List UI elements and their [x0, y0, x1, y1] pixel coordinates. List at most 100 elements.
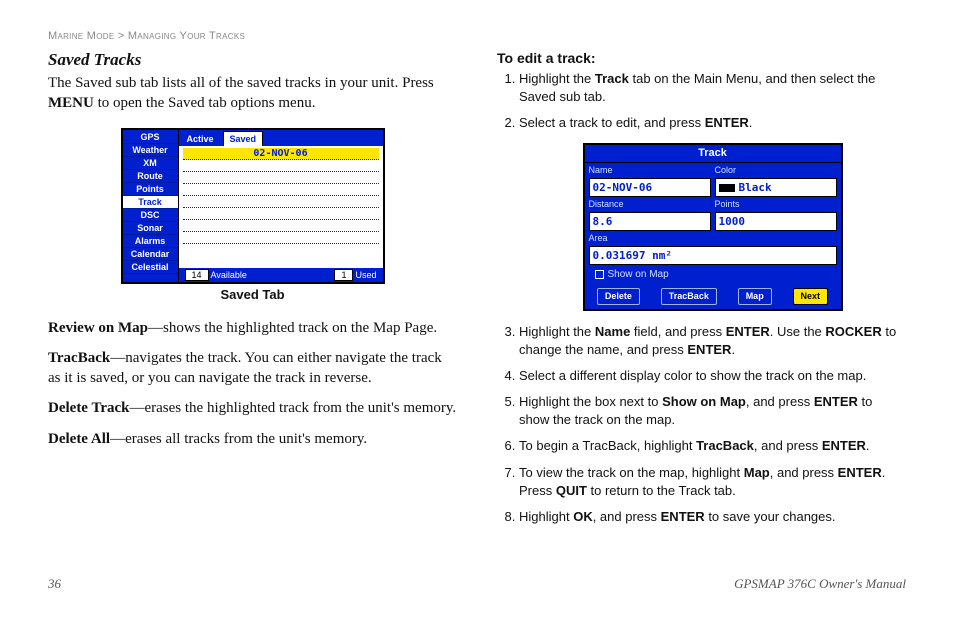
- next-button: Next: [793, 288, 829, 305]
- keyword: ROCKER: [825, 324, 881, 339]
- breadcrumb-section: Marine Mode: [48, 30, 114, 42]
- map-button: Map: [738, 288, 772, 305]
- step-5: Highlight the box next to Show on Map, a…: [519, 393, 906, 429]
- right-column: To edit a track: Highlight the Track tab…: [497, 50, 906, 534]
- keyword: Track: [595, 71, 629, 86]
- keyword: ENTER: [838, 465, 882, 480]
- step-8: Highlight OK, and press ENTER to save yo…: [519, 508, 906, 526]
- distance-field: 8.6: [589, 212, 711, 231]
- used-count: 1: [334, 269, 353, 281]
- track-list: 02-NOV-06: [179, 146, 383, 268]
- intro-bold: MENU: [48, 95, 94, 111]
- available-label: Available: [211, 270, 247, 280]
- available-group: 14Available: [185, 270, 247, 280]
- track-row: [183, 208, 379, 220]
- keyword: Show on Map: [662, 394, 746, 409]
- keyword: ENTER: [687, 342, 731, 357]
- track-row: [183, 196, 379, 208]
- step-4: Select a different display color to show…: [519, 367, 906, 385]
- step-6: To begin a TracBack, highlight TracBack,…: [519, 437, 906, 455]
- breadcrumb-page: Managing Your Tracks: [128, 30, 245, 42]
- keyword: Map: [744, 465, 770, 480]
- track-edit-figure: TrackName02-NOV-06 ColorBlack Distance8.6 P…: [519, 143, 906, 311]
- definition: TracBack—navigates the track. You can ei…: [48, 348, 457, 389]
- sidebar-item-track: Track: [123, 196, 178, 209]
- status-bar: 14Available 1Used: [179, 268, 383, 282]
- doc-title: GPSMAP 376C Owner's Manual: [734, 576, 906, 592]
- color-field: Black: [715, 178, 837, 197]
- color-swatch: [719, 184, 735, 192]
- saved-tab-figure: GPSWeatherXMRoutePointsTrackDSCSonarAlar…: [48, 128, 457, 302]
- points-label: Points: [715, 197, 837, 212]
- keyword: Name: [595, 324, 630, 339]
- keyword: ENTER: [822, 438, 866, 453]
- definition-text: —erases all tracks from the unit's memor…: [110, 431, 367, 447]
- area-field: 0.031697 nm²: [589, 246, 837, 265]
- show-on-map-label: Show on Map: [608, 269, 669, 280]
- page-number: 36: [48, 576, 61, 592]
- page-footer: 36 GPSMAP 376C Owner's Manual: [48, 576, 906, 592]
- device-tabs: ActiveSaved: [179, 130, 383, 146]
- edit-steps: Highlight the Track tab on the Main Menu…: [497, 70, 906, 526]
- definition: Delete Track—erases the highlighted trac…: [48, 398, 457, 418]
- tab-active: Active: [180, 131, 221, 146]
- sidebar-item-alarms: Alarms: [123, 235, 178, 248]
- intro-paragraph: The Saved sub tab lists all of the saved…: [48, 73, 457, 114]
- keyword: QUIT: [556, 483, 587, 498]
- step-7: To view the track on the map, highlight …: [519, 464, 906, 500]
- keyword: OK: [573, 509, 593, 524]
- keyword: ENTER: [705, 115, 749, 130]
- show-on-map-row: Show on Map: [585, 265, 841, 285]
- definition-text: —erases the highlighted track from the u…: [130, 400, 457, 416]
- name-field: 02-NOV-06: [589, 178, 711, 197]
- sidebar-item-weather: Weather: [123, 144, 178, 157]
- figure-caption: Saved Tab: [48, 287, 457, 302]
- edit-title: To edit a track:: [497, 50, 906, 66]
- saved-tab-screenshot: GPSWeatherXMRoutePointsTrackDSCSonarAlar…: [121, 128, 385, 284]
- available-count: 14: [185, 269, 209, 281]
- sidebar-item-calendar: Calendar: [123, 248, 178, 261]
- breadcrumb: Marine Mode > Managing Your Tracks: [48, 30, 906, 42]
- keyword: ENTER: [661, 509, 705, 524]
- definition-text: —shows the highlighted track on the Map …: [148, 320, 437, 336]
- track-row: [183, 160, 379, 172]
- sidebar-item-celestial: Celestial: [123, 261, 178, 274]
- distance-label: Distance: [589, 197, 711, 212]
- track-row: [183, 220, 379, 232]
- sidebar-item-route: Route: [123, 170, 178, 183]
- sidebar-item-sonar: Sonar: [123, 222, 178, 235]
- color-label: Color: [715, 163, 837, 178]
- sidebar-item-xm: XM: [123, 157, 178, 170]
- definition: Review on Map—shows the highlighted trac…: [48, 318, 457, 338]
- definition-term: Delete Track: [48, 400, 130, 416]
- device-sidebar: GPSWeatherXMRoutePointsTrackDSCSonarAlar…: [123, 130, 179, 282]
- name-label: Name: [589, 163, 711, 178]
- used-label: Used: [355, 270, 376, 280]
- breadcrumb-sep: >: [118, 30, 125, 42]
- keyword: TracBack: [696, 438, 754, 453]
- intro-post: to open the Saved tab options menu.: [94, 95, 316, 111]
- tab-saved: Saved: [223, 131, 264, 146]
- sidebar-item-dsc: DSC: [123, 209, 178, 222]
- track-row: [183, 184, 379, 196]
- sidebar-item-points: Points: [123, 183, 178, 196]
- step-1: Highlight the Track tab on the Main Menu…: [519, 70, 906, 106]
- dialog-buttons: DeleteTracBackMapNext: [585, 285, 841, 309]
- definition-term: TracBack: [48, 350, 110, 366]
- step-2: Select a track to edit, and press ENTER.: [519, 114, 906, 132]
- section-title: Saved Tracks: [48, 50, 457, 70]
- left-column: Saved Tracks The Saved sub tab lists all…: [48, 50, 457, 534]
- keyword: ENTER: [814, 394, 858, 409]
- definition: Delete All—erases all tracks from the un…: [48, 429, 457, 449]
- track-row-selected: 02-NOV-06: [183, 148, 379, 160]
- step-3: Highlight the Name field, and press ENTE…: [519, 323, 906, 359]
- definitions-list: Review on Map—shows the highlighted trac…: [48, 318, 457, 449]
- keyword: ENTER: [726, 324, 770, 339]
- definition-term: Delete All: [48, 431, 110, 447]
- dialog-title: Track: [585, 145, 841, 163]
- used-group: 1Used: [334, 270, 376, 280]
- points-field: 1000: [715, 212, 837, 231]
- delete-button: Delete: [597, 288, 640, 305]
- sidebar-item-gps: GPS: [123, 131, 178, 144]
- intro-pre: The Saved sub tab lists all of the saved…: [48, 75, 434, 91]
